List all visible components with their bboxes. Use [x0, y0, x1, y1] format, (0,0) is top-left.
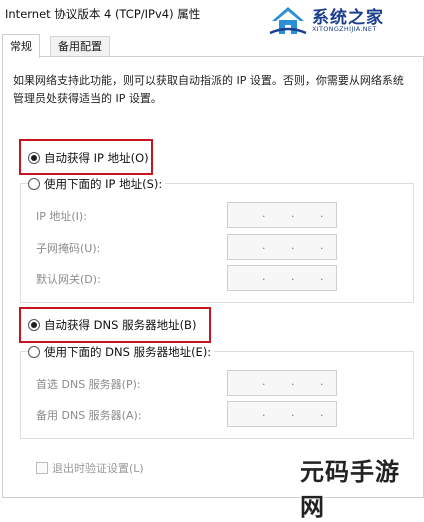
house-logo-icon [269, 7, 307, 35]
description-text: 如果网络支持此功能，则可以获取自动指派的 IP 设置。否则，你需要从网络系统管理… [13, 74, 404, 105]
radio-manual-ip[interactable]: 使用下面的 IP 地址(S): [28, 176, 166, 192]
tab-alternate-config[interactable]: 备用配置 [50, 36, 110, 57]
alternate-dns-label: 备用 DNS 服务器(A): [36, 409, 142, 422]
radio-auto-dns-indicator[interactable] [28, 319, 40, 331]
ip-dot: . [320, 375, 324, 388]
ip-dot: . [320, 270, 324, 283]
validate-on-exit-checkbox[interactable]: 退出时验证设置(L) [36, 460, 144, 476]
radio-auto-ip-label: 自动获得 IP 地址(O) [44, 151, 149, 165]
preferred-dns-input[interactable]: . . . [227, 370, 337, 396]
ip-dot: . [262, 239, 266, 252]
ip-address-label: IP 地址(I): [36, 210, 87, 223]
ip-dot: . [320, 406, 324, 419]
watermark-bottom: 元码手游网 [300, 458, 400, 521]
radio-auto-ip[interactable]: 自动获得 IP 地址(O) [28, 150, 149, 166]
ip-dot: . [291, 406, 295, 419]
ip-dot: . [291, 270, 295, 283]
ip-dot: . [320, 239, 324, 252]
alternate-dns-input[interactable]: . . . [227, 401, 337, 427]
ip-dot: . [262, 375, 266, 388]
radio-auto-dns[interactable]: 自动获得 DNS 服务器地址(B) [28, 317, 196, 333]
radio-manual-dns[interactable]: 使用下面的 DNS 服务器地址(E): [28, 344, 215, 360]
radio-manual-ip-indicator[interactable] [28, 178, 40, 190]
radio-manual-dns-indicator[interactable] [28, 346, 40, 358]
ip-dot: . [262, 270, 266, 283]
radio-auto-ip-indicator[interactable] [28, 152, 40, 164]
watermark-url: XITONGZHIJIA.NET [312, 25, 377, 33]
dns-manual-group [20, 351, 414, 439]
tab-general[interactable]: 常规 [2, 34, 40, 58]
ip-dot: . [291, 375, 295, 388]
window-title: Internet 协议版本 4 (TCP/IPv4) 属性 [5, 7, 201, 21]
preferred-dns-label: 首选 DNS 服务器(P): [36, 378, 141, 391]
ip-dot: . [320, 207, 324, 220]
default-gateway-label: 默认网关(D): [36, 273, 101, 286]
subnet-mask-input[interactable]: . . . [227, 234, 337, 260]
radio-auto-dns-label: 自动获得 DNS 服务器地址(B) [44, 318, 197, 332]
validate-on-exit-label: 退出时验证设置(L) [52, 462, 144, 475]
ip-dot: . [262, 406, 266, 419]
default-gateway-input[interactable]: . . . [227, 265, 337, 291]
radio-manual-dns-label: 使用下面的 DNS 服务器地址(E): [44, 345, 212, 359]
ip-dot: . [262, 207, 266, 220]
radio-manual-ip-label: 使用下面的 IP 地址(S): [44, 177, 163, 191]
validate-on-exit-box[interactable] [36, 462, 48, 474]
ip-dot: . [291, 207, 295, 220]
ip-dot: . [291, 239, 295, 252]
ip-address-input[interactable]: . . . [227, 202, 337, 228]
subnet-mask-label: 子网掩码(U): [36, 242, 101, 255]
